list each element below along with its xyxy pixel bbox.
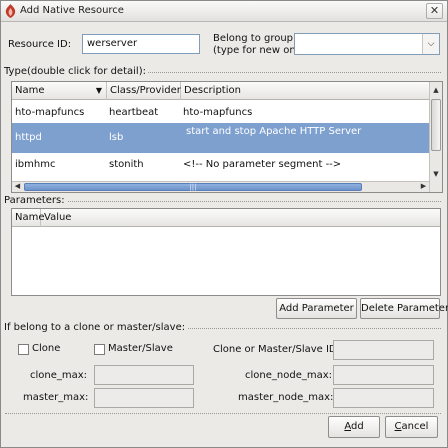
- clone-section-title: If belong to a clone or master/slave:: [4, 322, 188, 333]
- master-slave-checkbox-label: Master/Slave: [108, 343, 173, 354]
- row-name: hto-mapfuncs: [15, 107, 85, 118]
- column-header-name-label: Name: [15, 85, 45, 96]
- column-header-description[interactable]: Description: [181, 82, 430, 100]
- table-row-selected[interactable]: httpd lsb start and stop Apache HTTP Ser…: [12, 123, 430, 153]
- window-title: Add Native Resource: [20, 5, 124, 16]
- clone-checkbox-label: Clone: [32, 343, 61, 354]
- parameters-table-header: Name Value: [12, 209, 440, 227]
- scroll-grip-icon: |||: [189, 183, 197, 191]
- parameters-section-divider: [5, 201, 441, 202]
- row-provider: stonith: [109, 159, 144, 170]
- type-table-vertical-scrollbar[interactable]: ▲ ▼: [429, 82, 442, 192]
- row-description: hto-mapfuncs: [183, 107, 253, 118]
- add-button-label: dd: [350, 421, 364, 432]
- sort-arrow-icon: ▼: [95, 86, 102, 95]
- vertical-scroll-thumb[interactable]: [431, 99, 441, 151]
- row-name: httpd: [15, 132, 42, 143]
- add-native-resource-dialog: Add Native Resource ✕ Resource ID: werse…: [0, 0, 448, 448]
- horizontal-scroll-thumb[interactable]: |||: [24, 183, 362, 191]
- type-section-title: Type(double click for detail):: [4, 66, 148, 77]
- clone-max-label: clone_max:: [30, 370, 88, 381]
- add-button-mnemonic: A: [344, 421, 351, 432]
- table-row[interactable]: ibmhmc stonith <!-- No parameter segment…: [12, 153, 430, 175]
- type-table-horizontal-scrollbar[interactable]: ◀ ||| ▶: [12, 181, 429, 192]
- scroll-down-arrow-icon[interactable]: ▼: [430, 168, 442, 180]
- column-header-provider[interactable]: Class/Provider: [107, 82, 181, 100]
- type-table-header: Name ▼ Class/Provider Description: [12, 82, 442, 100]
- column-header-name[interactable]: Name ▼: [12, 82, 107, 100]
- add-parameter-button[interactable]: Add Parameter: [276, 298, 357, 319]
- clone-checkbox[interactable]: [18, 344, 29, 355]
- parameters-section-title: Parameters:: [4, 195, 67, 206]
- app-icon: [5, 4, 16, 18]
- master-node-max-label: master_node_max:: [238, 392, 334, 403]
- clone-max-input: [94, 365, 194, 385]
- cancel-button[interactable]: Cancel: [385, 416, 438, 438]
- cancel-button-label: ancel: [401, 421, 429, 432]
- row-description: <!-- No parameter segment -->: [183, 159, 342, 170]
- master-max-label: master_max:: [23, 392, 89, 403]
- clone-or-ms-id-input: [333, 340, 434, 360]
- group-label-line1: Belong to group:: [213, 33, 297, 44]
- group-combobox[interactable]: ⌵: [294, 33, 440, 55]
- scroll-left-arrow-icon[interactable]: ◀: [12, 181, 23, 192]
- title-bar[interactable]: Add Native Resource ✕: [1, 1, 447, 22]
- param-column-value[interactable]: Value: [41, 209, 101, 227]
- clone-or-ms-id-label: Clone or Master/Slave ID:: [213, 344, 340, 355]
- row-provider: heartbeat: [109, 107, 159, 118]
- master-max-input: [94, 388, 194, 408]
- clone-node-max-label: clone_node_max:: [245, 370, 332, 381]
- scroll-right-arrow-icon[interactable]: ▶: [418, 181, 429, 192]
- row-name: ibmhmc: [15, 159, 56, 170]
- cancel-button-mnemonic: C: [394, 421, 402, 432]
- chevron-down-icon[interactable]: ⌵: [422, 34, 439, 54]
- close-button[interactable]: ✕: [426, 3, 443, 19]
- master-slave-checkbox[interactable]: [94, 344, 105, 355]
- row-provider: lsb: [109, 132, 124, 143]
- delete-parameter-button[interactable]: Delete Parameter: [360, 298, 448, 319]
- resource-type-table[interactable]: Name ▼ Class/Provider Description hto-ma…: [11, 81, 443, 193]
- add-button[interactable]: Add: [328, 416, 380, 438]
- param-column-name[interactable]: Name: [12, 209, 45, 227]
- row-description: start and stop Apache HTTP Server: [186, 126, 362, 137]
- group-label-line2: (type for new one): [213, 45, 306, 56]
- master-node-max-input: [333, 388, 434, 408]
- resource-id-label: Resource ID:: [8, 39, 72, 50]
- clone-node-max-input: [333, 365, 434, 385]
- scroll-up-arrow-icon[interactable]: ▲: [430, 84, 442, 96]
- parameters-table[interactable]: Name Value: [11, 208, 441, 296]
- close-icon: ✕: [429, 4, 440, 17]
- resource-id-input[interactable]: werserver: [82, 34, 200, 54]
- footer-divider: [5, 413, 441, 414]
